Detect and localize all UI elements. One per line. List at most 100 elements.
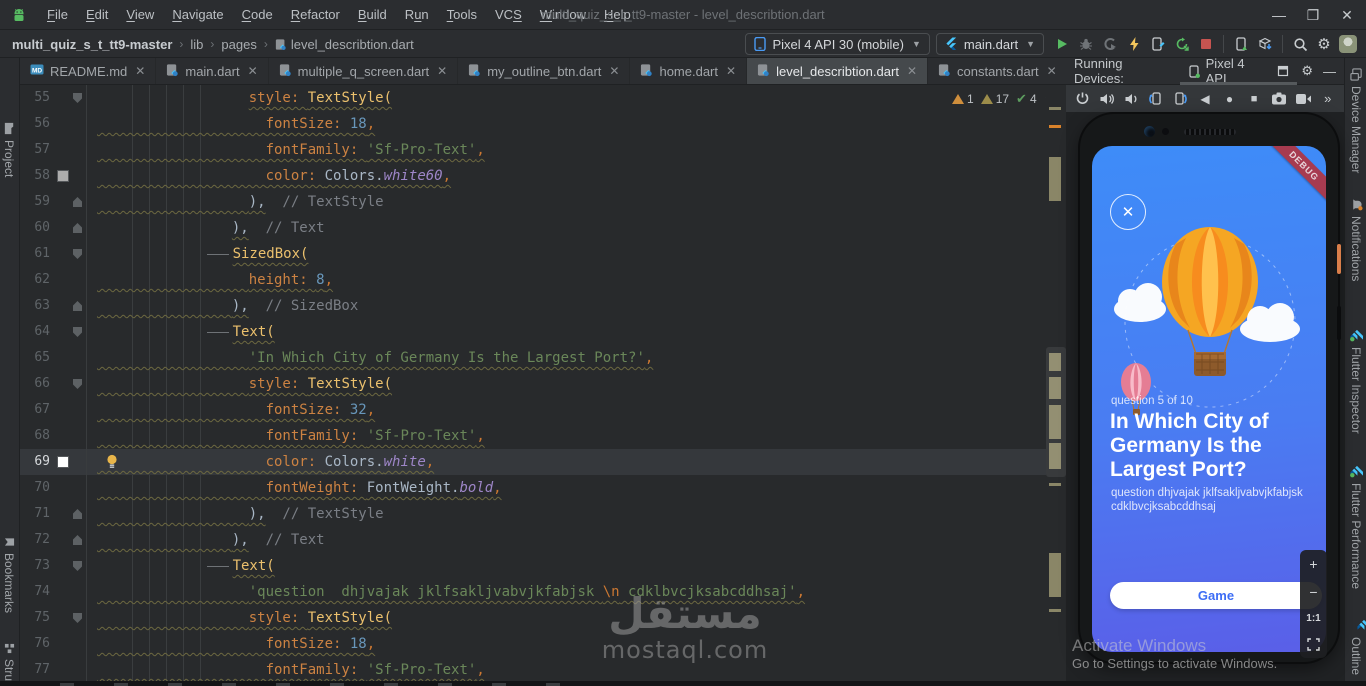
attach-debugger-icon[interactable] xyxy=(1146,33,1170,55)
tool-window-flutter-performance[interactable]: Flutter Performance xyxy=(1349,464,1363,589)
line-number[interactable]: 64 xyxy=(20,319,56,345)
menu-code[interactable]: Code xyxy=(233,0,282,30)
line-number[interactable]: 59 xyxy=(20,189,56,215)
close-tab-icon[interactable]: ✕ xyxy=(1047,64,1057,78)
code-text[interactable]: fontWeight: FontWeight.bold, xyxy=(86,475,1066,501)
editor-line-61[interactable]: 61 SizedBox( xyxy=(20,241,1066,267)
editor-line-76[interactable]: 76 fontSize: 18, xyxy=(20,631,1066,657)
error-stripe[interactable] xyxy=(1046,85,1066,681)
code-text[interactable]: style: TextStyle( xyxy=(86,371,1066,397)
sidebar-item-bookmarks[interactable]: Bookmarks xyxy=(2,536,16,613)
breadcrumb-item[interactable]: level_describtion.dart xyxy=(275,37,414,52)
close-tab-icon[interactable]: ✕ xyxy=(907,64,917,78)
code-text[interactable]: fontFamily: 'Sf-Pro-Text', xyxy=(86,137,1066,163)
menu-build[interactable]: Build xyxy=(349,0,396,30)
home-icon[interactable]: ● xyxy=(1219,89,1240,109)
panel-settings-icon[interactable]: ⚙ xyxy=(1301,63,1313,79)
code-text[interactable]: 'In Which City of Germany Is the Largest… xyxy=(86,345,1066,371)
menu-tools[interactable]: Tools xyxy=(438,0,486,30)
rotate-right-icon[interactable] xyxy=(1170,89,1191,109)
editor-line-66[interactable]: 66 style: TextStyle( xyxy=(20,371,1066,397)
game-button[interactable]: Game xyxy=(1110,582,1322,609)
editor-line-71[interactable]: 71 ), // TextStyle xyxy=(20,501,1066,527)
menu-edit[interactable]: Edit xyxy=(77,0,117,30)
intention-bulb-icon[interactable] xyxy=(106,454,118,469)
editor-line-74[interactable]: 74 'question dhjvajak jklfsakljvabvjkfab… xyxy=(20,579,1066,605)
code-text[interactable]: ), // TextStyle xyxy=(86,501,1066,527)
volume-up-icon[interactable] xyxy=(1097,89,1118,109)
fold-marker[interactable] xyxy=(73,93,82,103)
close-icon[interactable]: ✕ xyxy=(1330,0,1364,30)
close-tab-icon[interactable]: ✕ xyxy=(135,64,145,78)
run-config-selector[interactable]: main.dart ▼ xyxy=(935,33,1044,55)
screen-record-icon[interactable] xyxy=(1293,89,1314,109)
code-text[interactable]: fontFamily: 'Sf-Pro-Text', xyxy=(86,657,1066,681)
device-manager-icon[interactable] xyxy=(1229,33,1253,55)
fold-marker[interactable] xyxy=(73,613,82,623)
maximize-panel-icon[interactable] xyxy=(1277,65,1289,77)
editor-scrollbar[interactable] xyxy=(1046,347,1066,477)
editor-line-67[interactable]: 67 fontSize: 32, xyxy=(20,397,1066,423)
line-number[interactable]: 58 xyxy=(20,163,56,189)
editor-line-70[interactable]: 70 fontWeight: FontWeight.bold, xyxy=(20,475,1066,501)
hot-restart-icon[interactable] xyxy=(1170,33,1194,55)
fit-screen-button[interactable] xyxy=(1307,638,1320,651)
hide-panel-icon[interactable]: — xyxy=(1323,64,1336,79)
fold-marker[interactable] xyxy=(73,301,82,311)
tool-window-device-manager[interactable]: Device Manager xyxy=(1349,68,1363,173)
menu-file[interactable]: File xyxy=(38,0,77,30)
minimize-icon[interactable]: — xyxy=(1262,0,1296,30)
fold-marker[interactable] xyxy=(73,561,82,571)
code-text[interactable]: SizedBox( xyxy=(86,241,1066,267)
code-text[interactable]: ), // Text xyxy=(86,215,1066,241)
editor-line-65[interactable]: 65 'In Which City of Germany Is the Larg… xyxy=(20,345,1066,371)
fold-marker[interactable] xyxy=(73,379,82,389)
code-editor[interactable]: 55 style: TextStyle(56 fontSize: 18, 57 f… xyxy=(20,85,1066,681)
code-text[interactable]: style: TextStyle( xyxy=(86,605,1066,631)
menu-vcs[interactable]: VCS xyxy=(486,0,531,30)
fold-marker[interactable] xyxy=(73,249,82,259)
more-icon[interactable]: » xyxy=(1317,89,1338,109)
line-number[interactable]: 60 xyxy=(20,215,56,241)
close-tab-icon[interactable]: ✕ xyxy=(248,64,258,78)
menu-help[interactable]: Help xyxy=(595,0,640,30)
code-text[interactable]: 'question dhjvajak jklfsakljvabvjkfabjsk… xyxy=(86,579,1066,605)
device-selector[interactable]: Pixel 4 API 30 (mobile) ▼ xyxy=(745,33,930,55)
debug-icon[interactable] xyxy=(1074,33,1098,55)
line-number[interactable]: 57 xyxy=(20,137,56,163)
editor-line-58[interactable]: 58 color: Colors.white60, xyxy=(20,163,1066,189)
sdk-manager-icon[interactable] xyxy=(1253,33,1277,55)
zoom-in-button[interactable]: + xyxy=(1309,557,1317,571)
tab-level_describtion-dart[interactable]: level_describtion.dart ✕ xyxy=(747,58,928,84)
editor-line-64[interactable]: 64 Text( xyxy=(20,319,1066,345)
color-swatch[interactable] xyxy=(57,170,69,182)
tab-home-dart[interactable]: home.dart ✕ xyxy=(630,58,748,84)
hot-reload-icon[interactable] xyxy=(1122,33,1146,55)
tool-window-flutter-inspector[interactable]: Flutter Inspector xyxy=(1349,328,1363,434)
screenshot-icon[interactable] xyxy=(1268,89,1289,109)
code-text[interactable]: Text( xyxy=(86,553,1066,579)
code-text[interactable]: color: Colors.white60, xyxy=(86,163,1066,189)
actual-size-button[interactable]: 1:1 xyxy=(1306,613,1320,624)
line-number[interactable]: 73 xyxy=(20,553,56,579)
line-number[interactable]: 67 xyxy=(20,397,56,423)
tool-window-flutter-outline[interactable]: Flutter Outline xyxy=(1349,618,1366,681)
editor-line-57[interactable]: 57 fontFamily: 'Sf-Pro-Text', xyxy=(20,137,1066,163)
line-number[interactable]: 74 xyxy=(20,579,56,605)
windows-taskbar[interactable] xyxy=(0,681,1366,686)
line-number[interactable]: 56 xyxy=(20,111,56,137)
menu-refactor[interactable]: Refactor xyxy=(282,0,349,30)
editor-line-72[interactable]: 72 ), // Text xyxy=(20,527,1066,553)
code-text[interactable]: Text( xyxy=(86,319,1066,345)
tab-constants-dart[interactable]: constants.dart ✕ xyxy=(928,58,1068,84)
zoom-out-button[interactable]: − xyxy=(1309,585,1317,599)
editor-line-60[interactable]: 60 ), // Text xyxy=(20,215,1066,241)
line-number[interactable]: 76 xyxy=(20,631,56,657)
fold-marker[interactable] xyxy=(73,197,82,207)
editor-line-73[interactable]: 73 Text( xyxy=(20,553,1066,579)
editor-line-55[interactable]: 55 style: TextStyle( xyxy=(20,85,1066,111)
device-tab-pixel4[interactable]: Pixel 4 API xyxy=(1179,56,1298,86)
tab-my_outline_btn-dart[interactable]: my_outline_btn.dart ✕ xyxy=(458,58,631,84)
overview-icon[interactable]: ■ xyxy=(1244,89,1265,109)
editor-line-77[interactable]: 77 fontFamily: 'Sf-Pro-Text', xyxy=(20,657,1066,681)
